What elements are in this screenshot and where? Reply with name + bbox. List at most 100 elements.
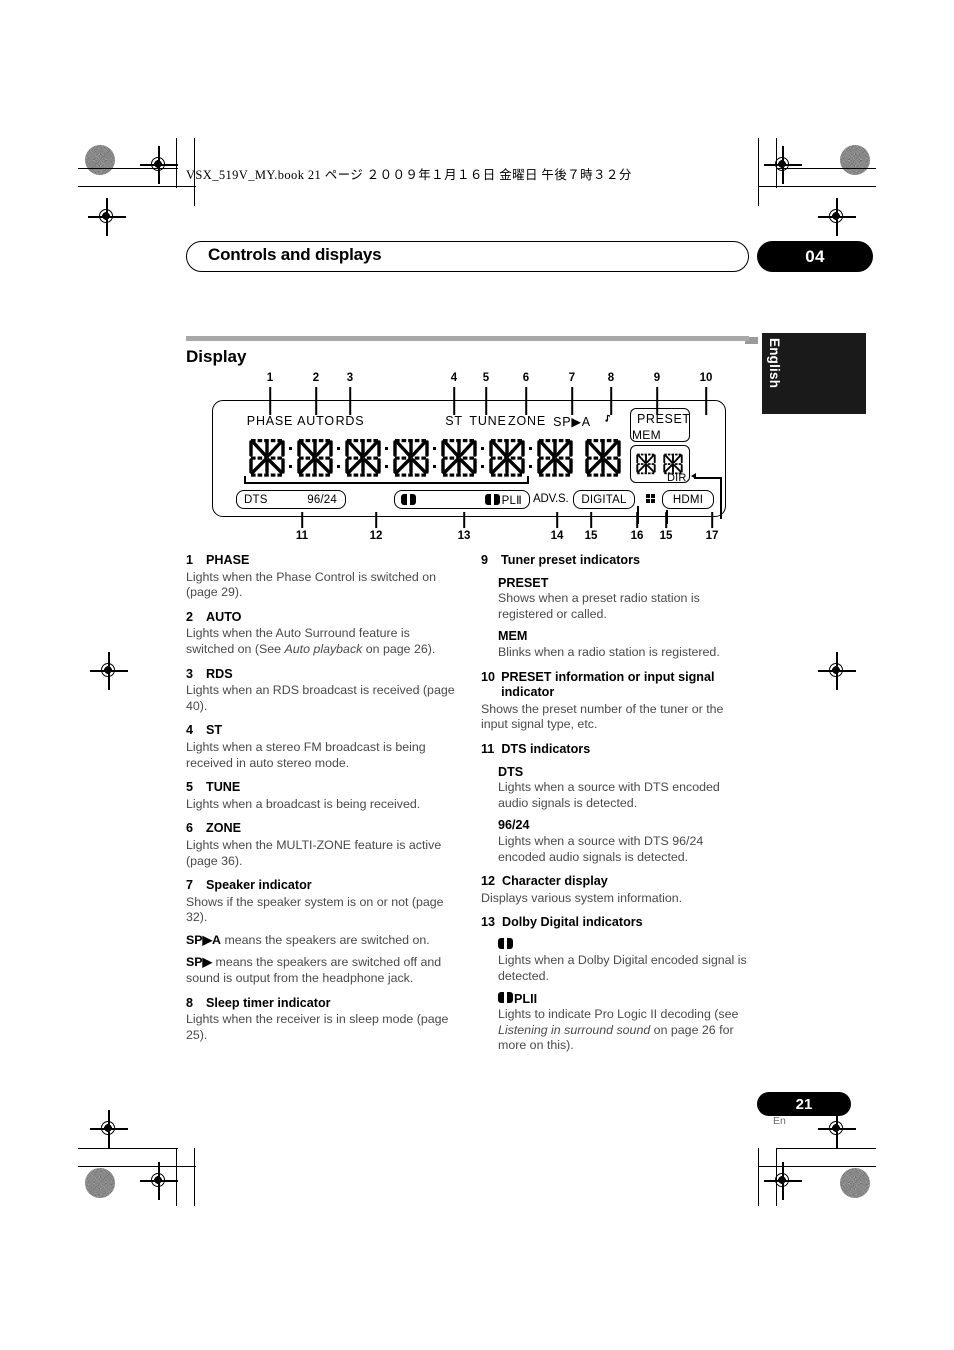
registration-mark-mid-right [818, 652, 856, 690]
crop-mark [776, 1148, 876, 1150]
spec-sub-entry: 96/24 Lights when a source with DTS 96/24… [498, 818, 753, 865]
spec-sub-entry: PRESET Shows when a preset radio station … [498, 576, 753, 623]
spec-entry-title: RDS [206, 666, 233, 681]
callout-number: 7 [568, 372, 576, 384]
spec-entry: 12 Character display Displays various syst… [481, 874, 753, 906]
spec-entry-title: TUNE [206, 780, 241, 795]
spec-sub-entry: PLII Lights to indicate Pro Logic II deco… [498, 991, 753, 1054]
spec-entry-heading: 3 RDS [186, 667, 458, 683]
nine-six-twenty-four-label: 96/24 [307, 493, 337, 506]
display-indicator-st: ST [445, 414, 463, 428]
callout-number: 1 [266, 372, 274, 384]
spec-entry: 11 DTS indicators DTS Lights when a source … [481, 742, 753, 865]
spec-entry-index: 4 [186, 723, 194, 738]
spec-entry-index: 1 [186, 553, 194, 567]
callout-number: 6 [522, 372, 530, 384]
spec-entry-body: Shows the preset number of the tuner or … [481, 701, 724, 732]
callout-number: 11 [295, 530, 309, 542]
spec-entry-heading: 9 Tuner preset indicators [481, 553, 753, 569]
hdmi-label: HDMI [672, 493, 704, 506]
spec-entry-title: ZONE [206, 821, 241, 836]
spec-sub-title: PRESET [498, 575, 549, 590]
print-header-line: VSX_519V_MY.book 21 ページ ２００９年１月１６日 金曜日 午… [186, 168, 632, 182]
adv-surround-label: ADV.S. [533, 493, 569, 505]
crop-mark [78, 168, 178, 170]
density-patch-top-right [840, 145, 870, 175]
spec-entry-title: AUTO [206, 609, 242, 624]
dolby-double-d-icon [401, 494, 416, 505]
spec-sub-title: 96/24 [498, 818, 530, 833]
registration-mark-top-right-lower [818, 198, 856, 236]
spec-entry-title: Sleep timer indicator [206, 995, 331, 1010]
spec-entry: 7 Speaker indicator Shows if the speaker s… [186, 878, 458, 987]
display-indicator-auto: AUTO [297, 414, 335, 428]
crop-mark [78, 1166, 196, 1168]
spec-entry-title: PHASE [206, 553, 250, 567]
spec-entry-title: Character display [502, 874, 608, 889]
spec-entry-heading: 7 Speaker indicator [186, 878, 458, 894]
character-cell [293, 437, 340, 479]
spec-entry-index: 6 [186, 821, 194, 836]
character-cell [581, 437, 625, 479]
section-heading: Display [186, 347, 247, 366]
character-display-bracket [244, 477, 529, 484]
spec-entry-index: 11 [481, 741, 495, 756]
spec-entry-index: 9 [481, 553, 489, 567]
spec-sub-body: Lights to indicate Pro Logic II decoding… [498, 1007, 739, 1053]
character-cell-punctuation [288, 465, 292, 469]
spec-entry-title: Speaker indicator [206, 878, 312, 893]
spec-entry-index: 3 [186, 666, 194, 681]
spec-entry-title: DTS indicators [501, 741, 591, 756]
callout-number: 3 [346, 372, 354, 384]
italic-reference: Auto playback [284, 641, 363, 656]
character-cell-punctuation [480, 465, 484, 469]
character-cell-punctuation [480, 447, 484, 451]
character-cell [341, 437, 388, 479]
spec-sub-body: Lights when a Dolby Digital encoded sign… [498, 953, 747, 984]
page-language-code: En [773, 1115, 786, 1127]
spec-entry-body: Lights when the receiver is in sleep mod… [186, 1012, 449, 1042]
callout-number: 2 [312, 372, 320, 384]
density-patch-bottom-left [85, 1168, 115, 1198]
spec-entry-body: Lights when a stereo FM broadcast is bei… [186, 739, 426, 770]
callout-number: 10 [699, 372, 713, 384]
spec-entry: 13 Dolby Digital indicators Lights when a … [481, 915, 753, 1054]
display-indicator-rds: RDS [335, 414, 365, 428]
spec-entry-heading: 8 Sleep timer indicator [186, 996, 458, 1012]
spec-entry-paragraph: SP▶A means the speakers are switched on. [186, 932, 430, 947]
callout-number: 9 [653, 372, 661, 384]
italic-reference: Listening in surround sound [498, 1022, 651, 1037]
character-cell-punctuation [336, 465, 340, 469]
spec-entry-index: 2 [186, 609, 194, 624]
character-cell [245, 437, 292, 479]
spec-entry-index: 8 [186, 995, 194, 1010]
dolby-badge: PLⅡ [394, 490, 530, 509]
character-cell-punctuation [288, 447, 292, 451]
spec-entry-heading: 1 PHASE [186, 553, 458, 569]
dir-label: DIR. [667, 472, 690, 484]
preset-digit-cell [634, 448, 658, 480]
left-text-column: 1 PHASE Lights when the Phase Control is s… [186, 553, 458, 1052]
spec-sub-entry: MEM Blinks when a radio station is regist… [498, 629, 753, 660]
spec-entry-index: 10 [481, 669, 496, 684]
character-cell-punctuation [432, 465, 436, 469]
spec-entry: 4 ST Lights when a stereo FM broadcast is … [186, 723, 458, 771]
chapter-title: Controls and displays [208, 245, 382, 264]
character-cell-punctuation [528, 447, 532, 451]
crop-mark [78, 1148, 178, 1150]
spec-sub-body: Lights when a source with DTS 96/24 enco… [498, 833, 704, 864]
section-rule [186, 336, 749, 341]
spec-entry-heading: 2 AUTO [186, 610, 458, 626]
spec-entry: 1 PHASE Lights when the Phase Control is s… [186, 553, 458, 601]
spec-sub-title: DTS [498, 764, 524, 779]
dts-label: DTS [244, 493, 268, 506]
character-cell-punctuation [528, 465, 532, 469]
dot-grid-icon [646, 494, 656, 504]
crop-mark [776, 168, 876, 170]
dts-badge: DTS 96/24 [236, 490, 346, 509]
spec-entry: 10 PRESET information or input signal ind… [481, 670, 753, 733]
registration-mark-bottom-right-lower [764, 1162, 802, 1200]
preset-label: PRESET [637, 412, 691, 426]
character-cell-punctuation [384, 465, 388, 469]
spec-entry-body: Lights when the Phase Control is switche… [186, 569, 437, 600]
